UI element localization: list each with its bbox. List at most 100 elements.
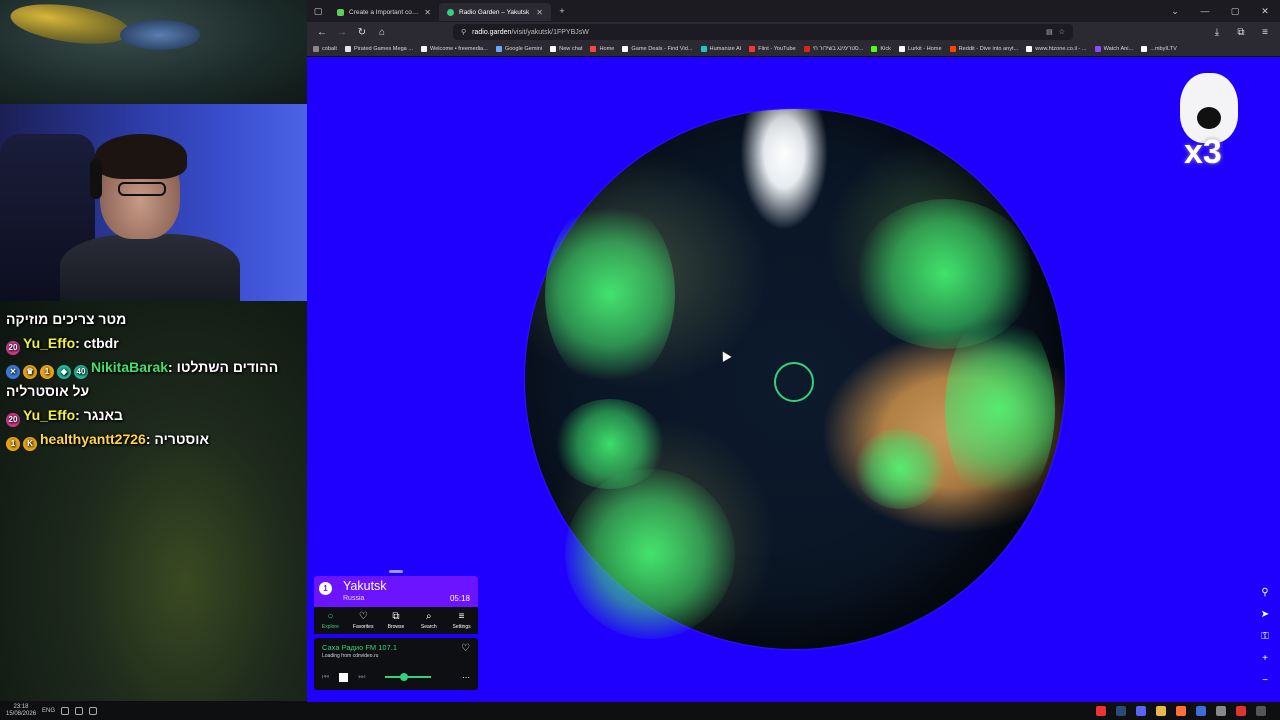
tab-browse[interactable]: ⧉ Browse xyxy=(380,607,413,634)
tab-settings[interactable]: ≡ Settings xyxy=(445,607,478,634)
discord-app-icon[interactable] xyxy=(1136,706,1146,716)
station-dots[interactable] xyxy=(945,309,1055,509)
station-card[interactable]: 1 Yakutsk Russia 05:18 xyxy=(314,576,478,607)
bookmark-favicon-icon xyxy=(700,46,707,52)
home-icon[interactable]: ⌂ xyxy=(373,23,391,41)
favorite-heart-icon[interactable]: ♡ xyxy=(461,643,470,654)
glasses xyxy=(118,182,166,196)
station-dots[interactable] xyxy=(545,199,675,389)
more-options-icon[interactable]: ⋯ xyxy=(462,673,470,682)
forward-arrow-icon[interactable]: → xyxy=(333,23,351,41)
battery-icon[interactable] xyxy=(89,706,98,715)
taskbar-apps xyxy=(307,702,1280,720)
location-pin-icon[interactable]: ⚲ xyxy=(1258,585,1272,599)
station-dots[interactable] xyxy=(855,429,945,509)
bookmark-item[interactable]: Lurkit - Home xyxy=(898,46,942,52)
map-icon: ⧉ xyxy=(392,610,400,622)
bookmark-item[interactable]: Pirated Games Mega ... xyxy=(344,46,413,52)
navigate-arrow-icon[interactable]: ➤ xyxy=(1258,607,1272,621)
firefox-app-icon[interactable] xyxy=(1176,706,1186,716)
bookmark-favicon-icon xyxy=(495,46,502,52)
tab-explore[interactable]: ○ Explore xyxy=(314,607,347,634)
crown-badge-icon: ♛ xyxy=(23,365,37,379)
url-bar[interactable]: ⚲ radio.garden/visit/yakutsk/1FPYBJsW ▤ … xyxy=(453,24,1073,40)
chat-text: : באנגר xyxy=(75,407,124,423)
bookmark-item[interactable]: Flint - YouTube xyxy=(749,46,796,52)
stream-overlay: מטר צריכים מוזיקה 20 Yu_Effo: ctbdr ✕ ♛ 1 ◆ 4… xyxy=(0,0,307,720)
steam-app-icon[interactable] xyxy=(1116,706,1126,716)
chat-panel: מטר צריכים מוזיקה 20 Yu_Effo: ctbdr ✕ ♛ 1 ◆ 4… xyxy=(0,301,307,701)
bookmark-item[interactable]: www.htzone.co.il - ... xyxy=(1026,46,1087,52)
bookmark-item[interactable]: סטרימינג בשידור חי... xyxy=(803,46,863,52)
lock-icon[interactable]: ⚿ xyxy=(1258,629,1272,643)
radio-garden-page[interactable]: x3 ⚲ ➤ ⚿ + − 1 Yakutsk Russia 05:18 ○ Exp… xyxy=(307,57,1280,702)
chat-text: : ההודים השתלטו xyxy=(168,359,279,375)
bookmark-item[interactable]: Reddit - Dive into anyt... xyxy=(949,46,1018,52)
tab-search[interactable]: ⌕ Search xyxy=(412,607,445,634)
chat-text: : אוסטריה xyxy=(145,431,210,447)
tab-favorites[interactable]: ♡ Favorites xyxy=(347,607,380,634)
station-dots[interactable] xyxy=(565,469,735,639)
new-tab-button[interactable]: + xyxy=(551,0,573,22)
back-arrow-icon[interactable]: ← xyxy=(313,23,331,41)
bookmark-item[interactable]: Watch Ani... xyxy=(1094,46,1133,52)
bookmark-item[interactable]: Game Deals - Find Vid... xyxy=(622,46,693,52)
chat-message: ✕ ♛ 1 ◆ 40 NikitaBarak: ההודים השתלטו xyxy=(6,355,301,379)
bookmark-item[interactable]: cobalt xyxy=(313,46,337,52)
taskbar-clock[interactable]: 23:18 15/08/2026 xyxy=(6,704,36,718)
now-playing-station[interactable]: Саха Радио FM 107.1 xyxy=(322,643,397,652)
stop-button[interactable] xyxy=(339,672,349,682)
previous-icon[interactable]: ⏮ xyxy=(322,672,329,682)
explore-icon: ○ xyxy=(327,610,334,622)
tab-create-countries[interactable]: Create a Important countries T... ✕ xyxy=(329,3,439,21)
reader-view-icon[interactable]: ▤ xyxy=(1046,28,1053,36)
app-icon[interactable] xyxy=(1256,706,1266,716)
site-info-icon[interactable]: ⚲ xyxy=(461,28,466,36)
taskbar-tray: 23:18 15/08/2026 ENG xyxy=(0,701,307,720)
volume-knob[interactable] xyxy=(399,673,408,681)
language-indicator[interactable]: ENG xyxy=(42,708,55,714)
volume-icon[interactable] xyxy=(75,706,84,715)
menu-icon[interactable]: ≡ xyxy=(1256,23,1274,41)
extensions-icon[interactable]: ⧉ xyxy=(1232,23,1250,41)
network-icon[interactable] xyxy=(61,706,70,715)
volume-slider[interactable] xyxy=(385,673,432,681)
next-icon[interactable]: ⏭ xyxy=(358,672,365,682)
chat-username: Yu_Effo xyxy=(23,335,76,351)
zoom-out-icon[interactable]: − xyxy=(1258,673,1272,687)
chat-message: מטר צריכים מוזיקה xyxy=(6,311,127,327)
minimize-icon[interactable]: — xyxy=(1190,0,1220,22)
chevron-down-icon[interactable]: ⌄ xyxy=(1160,0,1190,22)
close-icon[interactable]: ✕ xyxy=(536,8,543,17)
station-city: Yakutsk xyxy=(343,579,387,593)
drag-handle[interactable] xyxy=(389,570,403,573)
bookmark-item[interactable]: Welcome • freemedia... xyxy=(421,46,488,52)
bookmark-item[interactable]: Home xyxy=(590,46,614,52)
reload-icon[interactable]: ↻ xyxy=(353,23,371,41)
bookmark-favicon-icon xyxy=(803,46,810,52)
app-icon[interactable] xyxy=(1196,706,1206,716)
gift-badge-icon: 1 xyxy=(40,365,54,379)
folder-app-icon[interactable] xyxy=(1156,706,1166,716)
favicon-icon xyxy=(337,8,344,16)
youtube-app-icon[interactable] xyxy=(1096,706,1106,716)
tab-radio-garden[interactable]: Radio Garden – Yakutsk ✕ xyxy=(439,3,551,21)
app-icon[interactable] xyxy=(1216,706,1226,716)
bookmark-star-icon[interactable]: ☆ xyxy=(1059,28,1065,36)
tab-list-icon[interactable]: ▢ xyxy=(307,0,329,22)
close-icon[interactable]: ✕ xyxy=(424,8,431,17)
app-icon[interactable] xyxy=(1236,706,1246,716)
download-icon[interactable]: ⤓ xyxy=(1208,23,1226,41)
bookmark-item[interactable]: Kick xyxy=(871,46,891,52)
webcam-feed xyxy=(0,104,307,301)
close-icon[interactable]: ✕ xyxy=(1250,0,1280,22)
bookmark-item[interactable]: ...mbyILTV xyxy=(1141,46,1177,52)
bookmark-item[interactable]: Google Gemini xyxy=(495,46,542,52)
map-tools: ⚲ ➤ ⚿ + − xyxy=(1258,585,1272,687)
maximize-icon[interactable]: ▢ xyxy=(1220,0,1250,22)
bookmark-item[interactable]: Humanize AI xyxy=(700,46,741,52)
screen: מטר צריכים מוזיקה 20 Yu_Effo: ctbdr ✕ ♛ 1 ◆ 4… xyxy=(0,0,1280,720)
bookmark-favicon-icon xyxy=(898,46,905,52)
zoom-in-icon[interactable]: + xyxy=(1258,651,1272,665)
bookmark-item[interactable]: New chat xyxy=(550,46,582,52)
